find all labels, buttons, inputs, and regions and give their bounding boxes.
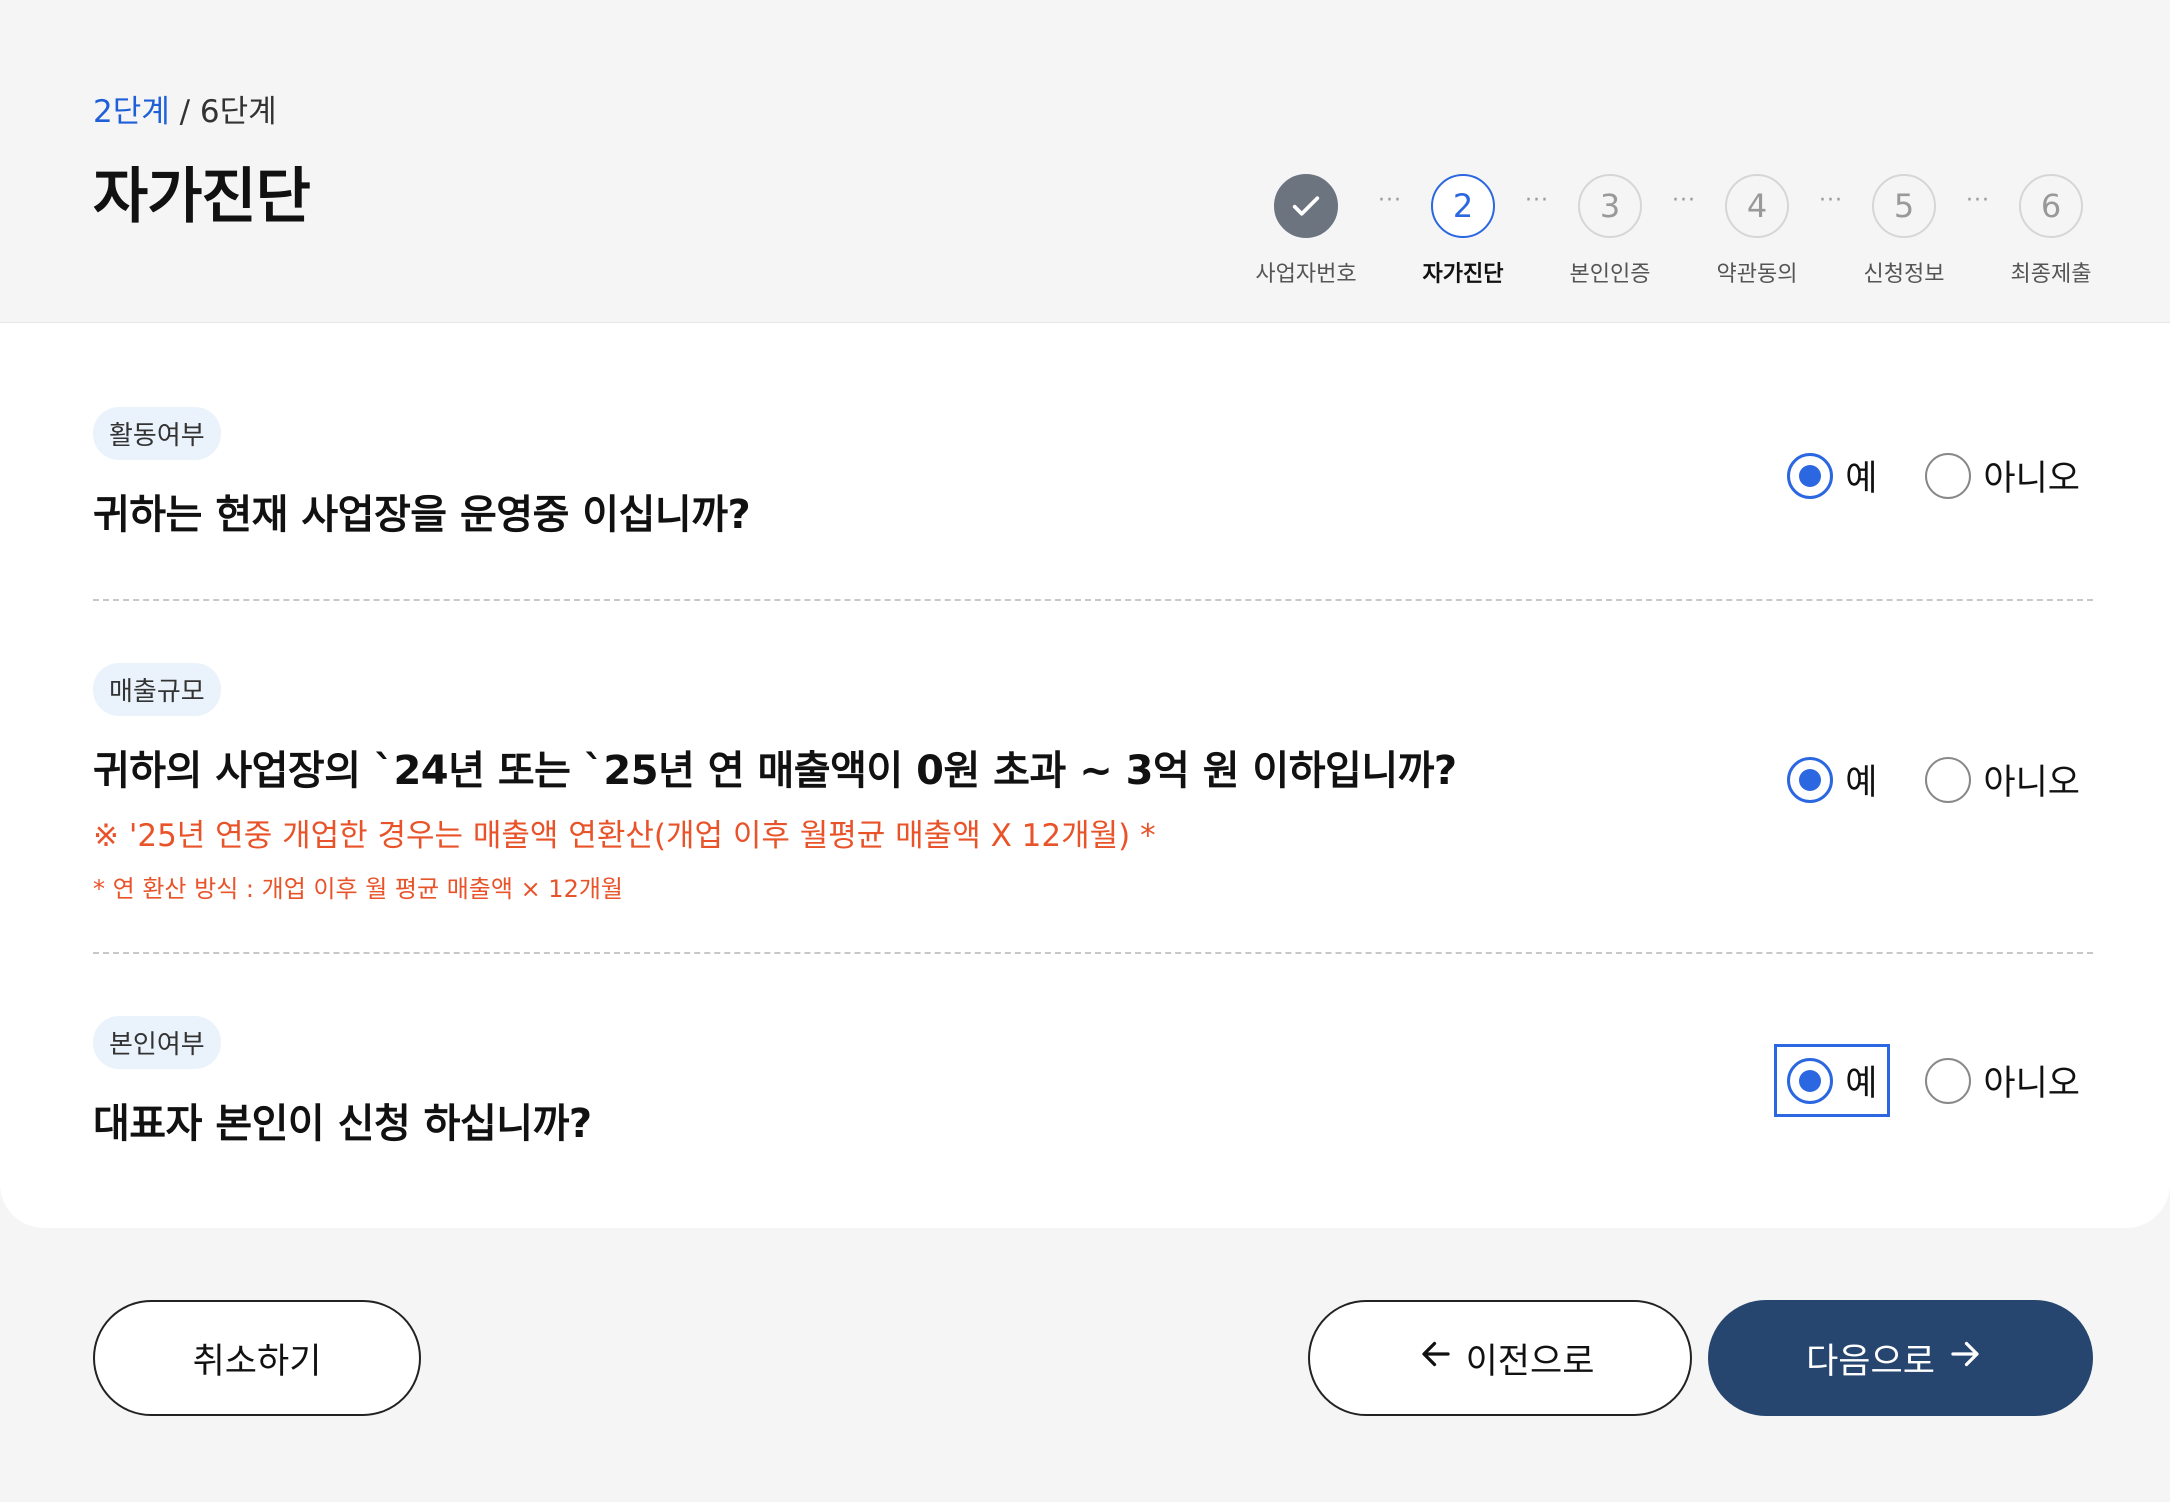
step-3-circle: 3 [1578,174,1642,238]
radio-yes[interactable]: 예 [1774,743,1890,816]
radio-label: 아니오 [1983,763,2080,803]
radio-yes[interactable]: 예 [1774,439,1890,512]
radio-button[interactable] [1925,756,1972,803]
radio-button[interactable] [1925,452,1972,499]
next-button[interactable]: 다음으로 [1708,1300,2093,1416]
step-5-circle: 5 [1872,174,1936,238]
radio-label: 예 [1845,1064,1878,1104]
progress-stepper: 사업자번호 ··· 2 자가진단 ··· 3 본인인증 ··· 4 약관동의 ·… [0,174,2170,294]
radio-no[interactable]: 아니오 [1912,1044,2093,1117]
total-step: / 6단계 [169,94,277,130]
prev-button-label: 이전으로 [1465,1341,1595,1382]
step-1-label: 사업자번호 [1255,262,1357,287]
arrow-right-icon [1947,1336,1983,1381]
next-button-label: 다음으로 [1806,1341,1935,1382]
cancel-button[interactable]: 취소하기 [93,1300,421,1416]
step-6-circle: 6 [2019,174,2083,238]
question-tag: 활동여부 [93,407,221,460]
current-step: 2단계 [93,94,170,130]
radio-group-identity: 예 아니오 [1774,1044,2093,1117]
radio-button[interactable] [1925,1057,1972,1104]
divider [93,599,2093,601]
radio-group-activity: 예 아니오 [1774,439,2093,512]
question-tag: 매출규모 [93,663,221,716]
radio-button-checked[interactable] [1787,1057,1834,1104]
radio-label: 예 [1845,763,1878,803]
step-6-label: 최종제출 [2010,262,2092,287]
revenue-formula-note: * 연 환산 방식 : 개업 이후 월 평균 매출액 × 12개월 [93,875,624,903]
radio-no[interactable]: 아니오 [1912,439,2093,512]
question-tag: 본인여부 [93,1016,221,1069]
question-card: 활동여부 귀하는 현재 사업장을 운영중 이십니까? 예 아니오 매출규모 귀하… [0,323,2170,1228]
radio-yes[interactable]: 예 [1774,1044,1891,1117]
page-header: 2단계 / 6단계 자가진단 사업자번호 ··· 2 자가진단 ··· 3 본인… [0,0,2170,323]
step-6: 6 최종제출 [1961,174,2141,288]
radio-label: 예 [1845,459,1878,499]
prev-button[interactable]: 이전으로 [1308,1300,1692,1416]
radio-label: 아니오 [1983,1064,2080,1104]
radio-label: 아니오 [1983,459,2080,499]
radio-group-revenue: 예 아니오 [1774,743,2093,816]
step-1: 사업자번호 [1216,174,1396,288]
step-2-circle: 2 [1431,174,1495,238]
radio-no[interactable]: 아니오 [1912,743,2093,816]
cancel-button-label: 취소하기 [192,1341,322,1382]
step-4-circle: 4 [1725,174,1789,238]
arrow-left-icon [1418,1336,1454,1381]
divider [93,952,2093,954]
check-icon [1292,196,1320,216]
revenue-note: ※ '25년 연중 개업한 경우는 매출액 연환산(개업 이후 월평균 매출액 … [93,818,1156,854]
radio-button-checked[interactable] [1787,452,1834,499]
radio-button-checked[interactable] [1787,756,1834,803]
step-1-circle [1274,174,1338,238]
step-count: 2단계 / 6단계 [93,86,277,131]
